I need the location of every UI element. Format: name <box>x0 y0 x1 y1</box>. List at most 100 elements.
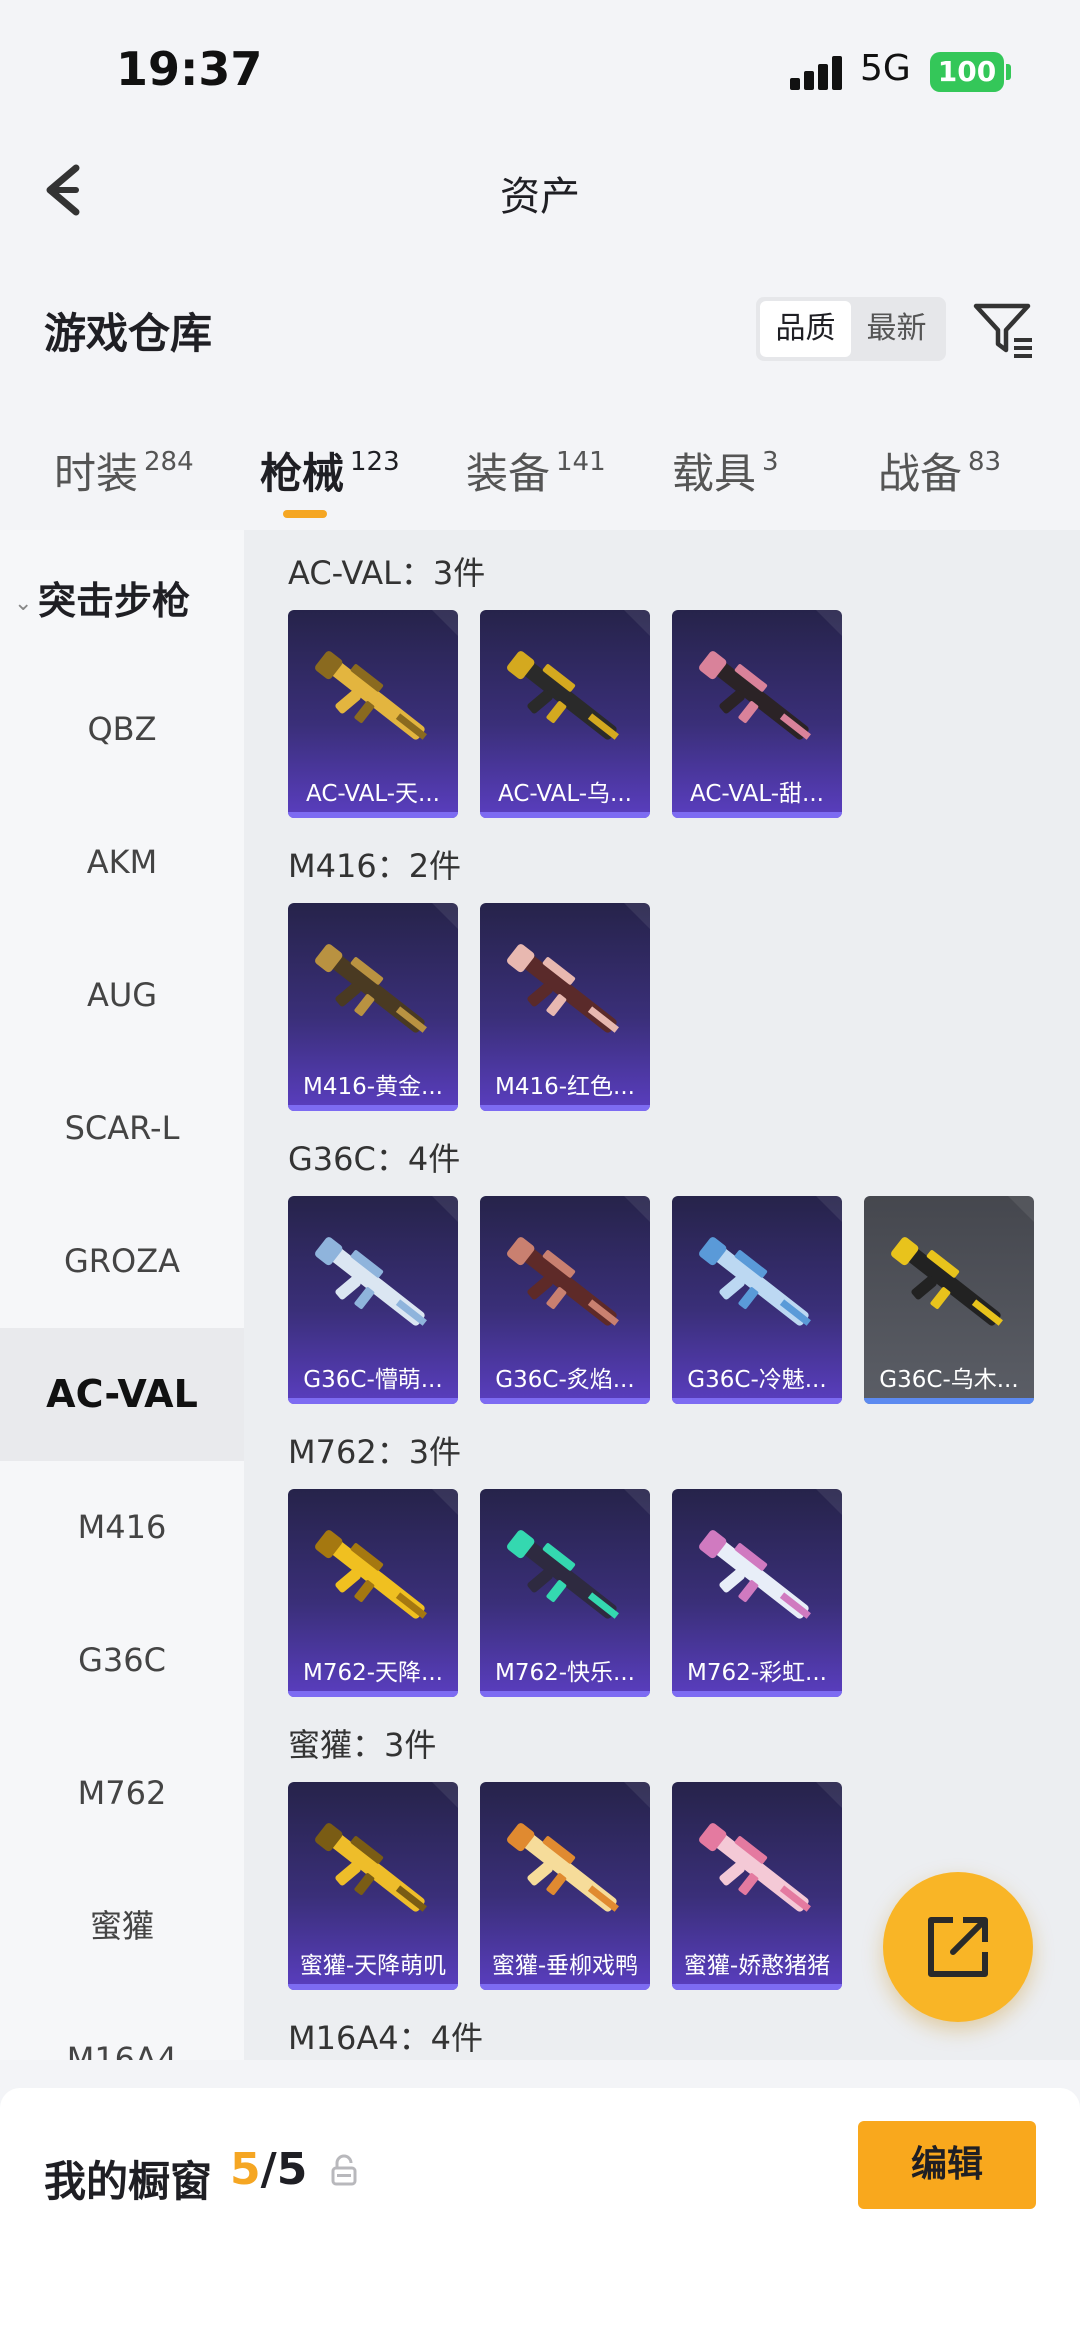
share-button[interactable] <box>883 1872 1033 2022</box>
quality-bar <box>480 1691 650 1697</box>
quality-bar <box>480 812 650 818</box>
sidebar-item-aug[interactable]: AUG <box>0 929 244 1062</box>
weapon-card[interactable]: AC-VAL-甜... <box>672 610 842 818</box>
weapon-card[interactable]: 蜜獾-垂柳戏鸭 <box>480 1782 650 1990</box>
sidebar-item-ac-val[interactable]: AC-VAL <box>0 1328 244 1461</box>
network-type: 5G <box>860 48 911 89</box>
sidebar-item-g36c[interactable]: G36C <box>0 1594 244 1727</box>
weapon-card[interactable]: AC-VAL-天... <box>288 610 458 818</box>
group-title: AC-VAL：3件 <box>288 554 486 592</box>
quality-bar <box>480 1105 650 1111</box>
weapon-name: 蜜獾-娇憨猪猪 <box>683 1953 831 1979</box>
showcase-count: 5/5 <box>230 2144 307 2195</box>
card-corner <box>432 1196 458 1222</box>
weapon-grid: AC-VAL：3件 AC-VAL-天... AC-VAL-乌... AC-VAL-甜.… <box>244 530 1080 2060</box>
status-bar: 19:37 5G 100 <box>0 0 1080 130</box>
card-corner <box>624 1489 650 1515</box>
sort-quality-button[interactable]: 品质 <box>760 301 851 357</box>
weapon-card[interactable]: M762-彩虹... <box>672 1489 842 1697</box>
weapon-card[interactable]: G36C-炙焰... <box>480 1196 650 1404</box>
sidebar-item-honey-badger[interactable]: 蜜獾 <box>0 1860 244 1993</box>
quality-bar <box>288 1105 458 1111</box>
rifle-icon <box>699 651 811 740</box>
tab-label: 载具 <box>672 449 757 498</box>
signal-icon <box>790 56 846 90</box>
tab-guns[interactable]: 枪械 123 <box>260 440 400 501</box>
sort-latest-button[interactable]: 最新 <box>851 301 942 357</box>
showcase-total: /5 <box>260 2144 308 2195</box>
sidebar-category-label: 突击步枪 <box>38 579 191 623</box>
showcase-label: 我的橱窗 <box>44 2157 213 2206</box>
rifle-icon <box>315 1237 427 1326</box>
sidebar-item-akm[interactable]: AKM <box>0 796 244 929</box>
rifle-icon <box>315 1823 427 1912</box>
card-corner <box>624 1196 650 1222</box>
showcase-bar: 我的橱窗 5/5 编辑 <box>0 2088 1080 2337</box>
tab-supplies[interactable]: 战备 83 <box>878 440 1001 501</box>
quality-bar <box>480 1398 650 1404</box>
rifle-icon <box>315 651 427 740</box>
quality-bar <box>864 1398 1034 1404</box>
weapon-name: 蜜獾-垂柳戏鸭 <box>491 1953 639 1979</box>
tab-equipment[interactable]: 装备 141 <box>466 440 606 501</box>
sidebar-category[interactable]: ⌄ 突击步枪 <box>14 570 190 625</box>
weapon-name: AC-VAL-天... <box>306 781 440 807</box>
weapon-name: G36C-炙焰... <box>495 1367 635 1393</box>
card-corner <box>624 1782 650 1808</box>
sidebar-item-groza[interactable]: GROZA <box>0 1195 244 1328</box>
card-corner <box>624 610 650 636</box>
tab-vehicles[interactable]: 载具 3 <box>672 440 779 501</box>
tab-label: 战备 <box>878 449 963 498</box>
group-title: M416：2件 <box>288 847 462 885</box>
rifle-icon <box>699 1237 811 1326</box>
tab-label: 枪械 <box>260 449 345 498</box>
weapon-card[interactable]: M416-红色... <box>480 903 650 1111</box>
filter-button[interactable] <box>970 296 1036 362</box>
group-title: M16A4：4件 <box>288 2019 483 2057</box>
weapon-card[interactable]: G36C-懵萌... <box>288 1196 458 1404</box>
weapon-name: M416-红色... <box>495 1074 635 1100</box>
group-title: 蜜獾：3件 <box>288 1726 437 1764</box>
weapon-card[interactable]: 蜜獾-娇憨猪猪 <box>672 1782 842 1990</box>
rifle-icon <box>699 1530 811 1619</box>
card-corner <box>816 610 842 636</box>
weapon-sidebar: ⌄ 突击步枪 QBZ AKM AUG SCAR-L GROZA AC-VAL M4… <box>0 530 244 2060</box>
rifle-icon <box>507 1823 619 1912</box>
tab-indicator <box>283 510 327 518</box>
weapon-card[interactable]: M762-快乐... <box>480 1489 650 1697</box>
weapon-card[interactable]: G36C-乌木... <box>864 1196 1034 1404</box>
rifle-icon <box>315 1530 427 1619</box>
battery-tip <box>1006 64 1011 80</box>
quality-bar <box>288 1984 458 1990</box>
sidebar-item-qbz[interactable]: QBZ <box>0 663 244 796</box>
sidebar-item-scar-l[interactable]: SCAR-L <box>0 1062 244 1195</box>
quality-bar <box>672 1691 842 1697</box>
weapon-name: AC-VAL-乌... <box>498 781 632 807</box>
quality-bar <box>288 812 458 818</box>
group-title: G36C：4件 <box>288 1140 461 1178</box>
quality-bar <box>288 1398 458 1404</box>
weapon-card[interactable]: M416-黄金... <box>288 903 458 1111</box>
category-tabs: 时装 284 枪械 123 装备 141 载具 3 战备 83 <box>0 430 1080 520</box>
rifle-icon <box>315 944 427 1033</box>
weapon-name: 蜜獾-天降萌叽 <box>299 1953 447 1979</box>
tab-count: 3 <box>762 447 779 477</box>
weapon-card[interactable]: 蜜獾-天降萌叽 <box>288 1782 458 1990</box>
weapon-card[interactable]: G36C-冷魅... <box>672 1196 842 1404</box>
tab-fashion[interactable]: 时装 284 <box>54 440 194 501</box>
chevron-down-icon: ⌄ <box>14 591 33 616</box>
tab-count: 123 <box>350 447 400 477</box>
quality-bar <box>480 1984 650 1990</box>
rifle-icon <box>507 944 619 1033</box>
rifle-icon <box>507 651 619 740</box>
card-corner <box>432 903 458 929</box>
weapon-card[interactable]: AC-VAL-乌... <box>480 610 650 818</box>
sidebar-item-m16a4[interactable]: M16A4 <box>0 1993 244 2060</box>
weapon-card[interactable]: M762-天降... <box>288 1489 458 1697</box>
card-corner <box>624 903 650 929</box>
edit-button[interactable]: 编辑 <box>858 2121 1036 2209</box>
sidebar-item-m416[interactable]: M416 <box>0 1461 244 1594</box>
card-corner <box>816 1196 842 1222</box>
sidebar-item-m762[interactable]: M762 <box>0 1727 244 1860</box>
quality-bar <box>672 812 842 818</box>
